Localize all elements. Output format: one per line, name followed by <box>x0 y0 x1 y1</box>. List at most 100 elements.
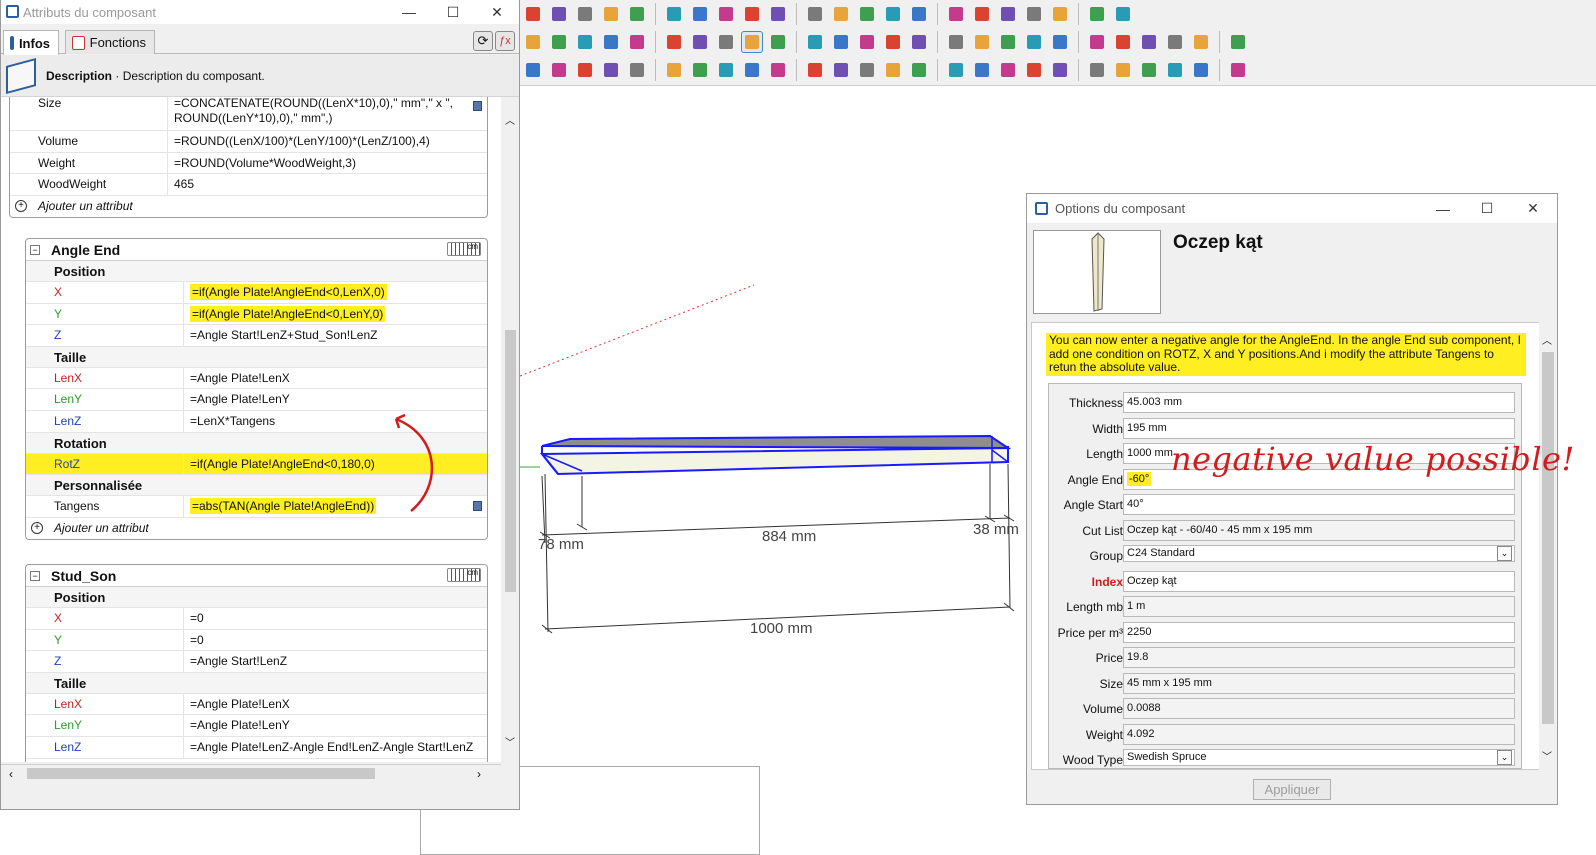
chevron-down-icon[interactable]: ⌄ <box>1497 546 1512 561</box>
toolbar-tool-icon[interactable] <box>767 31 789 53</box>
attributes-scroll-area[interactable]: Size =CONCATENATE(ROUND((LenX*10),0)," mm… <box>1 97 519 762</box>
attr-value[interactable]: =ROUND((LenX/100)*(LenY/100)*(LenZ/100),… <box>168 131 487 152</box>
toolbar-tool-icon[interactable] <box>908 3 930 25</box>
section-header[interactable]: − Angle End cm <box>26 239 487 261</box>
toolbar-tool-icon[interactable] <box>804 3 826 25</box>
attr-value[interactable]: =Angle Plate!LenX <box>184 368 487 389</box>
field-input[interactable]: 40° <box>1123 494 1515 515</box>
toolbar-tool-icon[interactable] <box>689 31 711 53</box>
toolbar-tool-icon[interactable] <box>804 31 826 53</box>
scroll-up-icon[interactable]: ︿ <box>1542 332 1552 347</box>
attr-value[interactable]: =ROUND(Volume*WoodWeight,3) <box>168 153 487 174</box>
attr-value[interactable]: 465 <box>168 174 487 195</box>
field-input[interactable]: 195 mm <box>1123 417 1515 439</box>
toolbar-tool-icon[interactable] <box>548 59 570 81</box>
toolbar-tool-icon[interactable] <box>1049 3 1071 25</box>
toolbar-tool-icon[interactable] <box>971 59 993 81</box>
vertical-scrollbar[interactable]: ︿ ﹀ <box>501 97 519 762</box>
toolbar-tool-icon[interactable] <box>945 31 967 53</box>
attr-row-size[interactable]: Size =CONCATENATE(ROUND((LenX*10),0)," mm… <box>10 97 487 131</box>
toolbar-tool-icon[interactable] <box>1023 59 1045 81</box>
tab-infos[interactable]: Infos <box>3 30 59 55</box>
toolbar-tool-icon[interactable] <box>1138 31 1160 53</box>
toolbar-tool-icon[interactable] <box>600 59 622 81</box>
wood-type-select[interactable]: Swedish Spruce ⌄ <box>1123 749 1515 766</box>
toolbar-tool-icon[interactable] <box>882 31 904 53</box>
scroll-thumb[interactable] <box>1542 352 1554 724</box>
toolbar-tool-icon[interactable] <box>1023 31 1045 53</box>
attr-row-y[interactable]: Y =if(Angle Plate!AngleEnd<0,LenY,0) <box>26 303 487 326</box>
maximize-button[interactable]: ☐ <box>431 0 475 24</box>
toolbar-tool-icon[interactable] <box>574 31 596 53</box>
attr-value[interactable]: =Angle Start!LenZ <box>184 651 487 672</box>
toolbar-tool-icon[interactable] <box>741 59 763 81</box>
field-input[interactable]: 2250 <box>1123 621 1515 643</box>
attr-row-lenx[interactable]: LenX =Angle Plate!LenX <box>26 693 487 716</box>
attr-row-z[interactable]: Z =Angle Start!LenZ <box>26 651 487 673</box>
toolbar-tool-icon[interactable] <box>882 59 904 81</box>
attr-row-volume[interactable]: Volume =ROUND((LenX/100)*(LenY/100)*(LenZ… <box>10 131 487 153</box>
toolbar-tool-icon[interactable] <box>1112 31 1134 53</box>
toolbar-tool-icon[interactable] <box>856 31 878 53</box>
scroll-down-icon[interactable]: ﹀ <box>1542 748 1552 763</box>
field-input[interactable]: 45.003 mm <box>1123 392 1515 413</box>
toolbar-tool-icon[interactable] <box>715 31 737 53</box>
toolbar-tool-icon[interactable] <box>626 3 648 25</box>
scroll-up-icon[interactable]: ︿ <box>505 117 515 127</box>
scroll-right-icon[interactable]: › <box>477 767 481 781</box>
attr-value[interactable]: =Angle Plate!LenZ-Angle End!LenZ-Angle S… <box>184 737 487 758</box>
toolbar-tool-icon[interactable] <box>1190 59 1212 81</box>
toolbar-tool-icon[interactable] <box>522 31 544 53</box>
toolbar-tool-icon[interactable] <box>1023 3 1045 25</box>
toolbar-tool-icon[interactable] <box>1112 3 1134 25</box>
toolbar-tool-icon[interactable] <box>767 3 789 25</box>
apply-button[interactable]: Appliquer <box>1253 779 1331 800</box>
attr-row-y[interactable]: Y =0 <box>26 629 487 652</box>
close-button[interactable]: ✕ <box>475 0 519 24</box>
attr-value[interactable]: =if(Angle Plate!AngleEnd<0,LenY,0) <box>184 304 487 325</box>
attr-row-x[interactable]: X =if(Angle Plate!AngleEnd<0,LenX,0) <box>26 282 487 304</box>
hscroll-thumb[interactable] <box>27 768 375 779</box>
horizontal-scrollbar[interactable]: ‹ › <box>1 764 501 782</box>
toolbar-tool-icon[interactable] <box>830 59 852 81</box>
options-titlebar[interactable]: Options du composant — ☐ ✕ <box>1027 194 1557 223</box>
toolbar-tool-icon[interactable] <box>626 31 648 53</box>
add-attribute-row[interactable]: + Ajouter un attribut <box>10 196 487 217</box>
toolbar-tool-icon[interactable] <box>1227 59 1249 81</box>
attr-titlebar[interactable]: Attributs du composant — ☐ ✕ <box>1 0 519 24</box>
toolbar-tool-icon[interactable] <box>997 3 1019 25</box>
toolbar-tool-icon[interactable] <box>971 31 993 53</box>
options-scrollbar[interactable]: ︿ ﹀ <box>1539 322 1557 770</box>
toolbar-tool-icon[interactable] <box>663 31 685 53</box>
toolbar-tool-icon[interactable] <box>908 31 930 53</box>
attr-row-lenz[interactable]: LenZ =Angle Plate!LenZ-Angle End!LenZ-Ang… <box>26 736 487 759</box>
group-select[interactable]: C24 Standard ⌄ <box>1123 545 1515 562</box>
tab-fonctions[interactable]: Fonctions <box>65 30 155 54</box>
toolbar-tool-icon[interactable] <box>1049 59 1071 81</box>
collapse-icon[interactable]: − <box>30 245 40 255</box>
unit-badge[interactable]: cm <box>447 568 481 582</box>
toolbar-tool-icon[interactable] <box>945 3 967 25</box>
toolbar-tool-icon[interactable] <box>830 31 852 53</box>
toolbar-tool-icon[interactable] <box>804 59 826 81</box>
formula-toggle-icon[interactable]: ƒx <box>495 31 515 51</box>
attr-row-woodweight[interactable]: WoodWeight 465 <box>10 174 487 196</box>
toolbar-tool-icon[interactable] <box>574 3 596 25</box>
attr-row-weight[interactable]: Weight =ROUND(Volume*WoodWeight,3) <box>10 152 487 175</box>
toolbar-tool-icon[interactable] <box>882 3 904 25</box>
toolbar-tool-icon[interactable] <box>600 31 622 53</box>
scroll-down-icon[interactable]: ﹀ <box>505 739 515 749</box>
minimize-button[interactable]: — <box>1421 194 1465 223</box>
section-header[interactable]: − Stud_Son cm <box>26 565 487 587</box>
attr-value[interactable]: =Angle Start!LenZ+Stud_Son!LenZ <box>184 325 487 346</box>
add-attribute-row[interactable]: + Ajouter un attribut <box>26 518 487 539</box>
toolbar-tool-icon[interactable] <box>1086 3 1108 25</box>
attr-value[interactable]: =0 <box>184 630 487 651</box>
toolbar-tool-icon[interactable] <box>1164 59 1186 81</box>
toolbar-tool-icon[interactable] <box>997 59 1019 81</box>
collapse-icon[interactable]: − <box>30 571 40 581</box>
toolbar-tool-icon[interactable] <box>522 59 544 81</box>
attr-value[interactable]: =CONCATENATE(ROUND((LenX*10),0)," mm"," … <box>168 97 487 130</box>
toolbar-tool-icon[interactable] <box>715 59 737 81</box>
toolbar-tool-icon[interactable] <box>1164 31 1186 53</box>
